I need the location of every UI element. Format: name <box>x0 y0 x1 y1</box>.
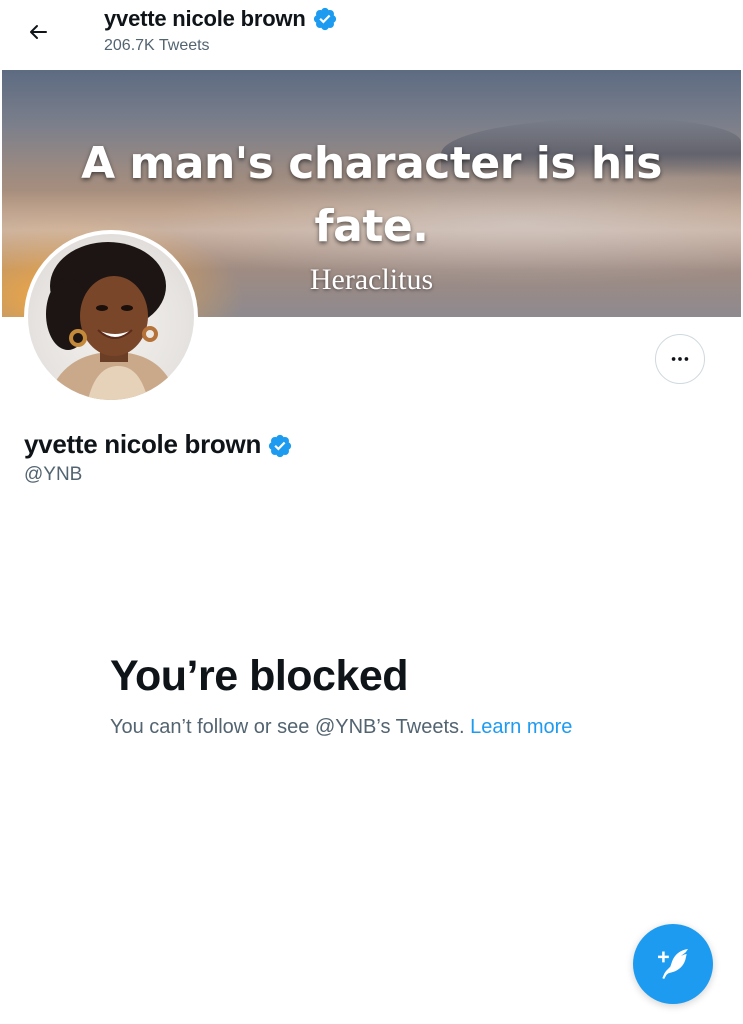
banner-quote-line1: A man's character is his <box>81 138 662 189</box>
profile-display-name: yvette nicole brown <box>24 429 262 459</box>
header-display-name: yvette nicole brown <box>104 6 306 31</box>
profile-name-row: yvette nicole brown <box>24 429 293 460</box>
compose-tweet-button[interactable] <box>633 924 713 1004</box>
more-options-button[interactable] <box>655 334 705 384</box>
more-options-icon <box>671 357 689 361</box>
top-app-bar: yvette nicole brown 206.7K Tweets <box>0 0 743 70</box>
header-name-row: yvette nicole brown <box>104 6 338 32</box>
verified-badge-icon <box>267 432 293 458</box>
blocked-message-text: You can’t follow or see @YNB’s Tweets. <box>110 716 471 738</box>
blocked-title: You’re blocked <box>110 652 409 700</box>
arrow-left-icon <box>30 25 47 39</box>
compose-tweet-icon <box>658 949 688 979</box>
back-button[interactable] <box>20 14 56 50</box>
learn-more-link[interactable]: Learn more <box>470 716 572 738</box>
verified-badge-icon <box>312 6 338 32</box>
blocked-message: You can’t follow or see @YNB’s Tweets. L… <box>110 716 572 739</box>
header-tweet-count: 206.7K Tweets <box>104 37 210 54</box>
profile-handle: @YNB <box>24 464 83 485</box>
avatar[interactable] <box>24 230 198 404</box>
avatar-photo <box>28 234 194 400</box>
